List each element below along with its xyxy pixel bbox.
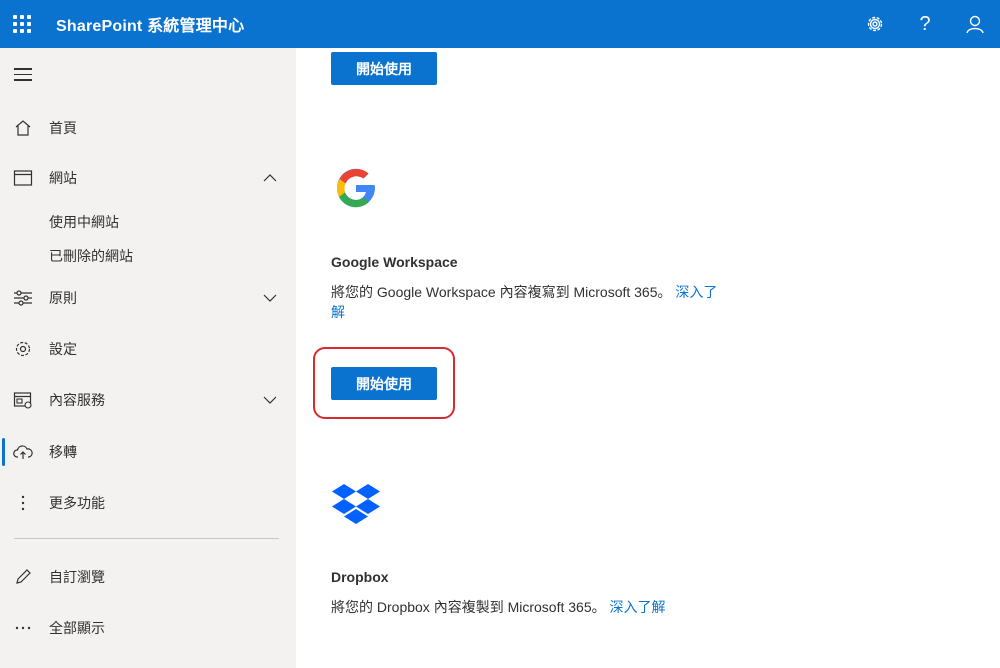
home-icon: [12, 117, 34, 139]
dropbox-logo: [331, 482, 381, 526]
left-nav: 首頁 網站 使用中網站 已刪除的網站 原則 設定 內容服務 移轉 更多功能 自訂…: [0, 48, 296, 668]
nav-label-migration: 移轉: [49, 444, 77, 460]
chevron-up-icon[interactable]: [262, 170, 278, 186]
card-title-dropbox: Dropbox: [331, 569, 389, 585]
nav-label-policies: 原則: [49, 290, 77, 306]
waffle-icon: [13, 15, 31, 33]
ellipsis-icon: [12, 617, 34, 639]
nav-item-show-all[interactable]: 全部顯示: [0, 610, 296, 646]
nav-item-customize[interactable]: 自訂瀏覽: [0, 559, 296, 595]
account-icon: [966, 15, 984, 34]
sites-icon: [12, 167, 34, 189]
app-title: SharePoint 系統管理中心: [56, 18, 245, 35]
app-launcher-button[interactable]: [0, 0, 44, 48]
settings-icon: [867, 16, 883, 32]
nav-item-content-services[interactable]: 內容服務: [0, 382, 296, 418]
nav-item-settings[interactable]: 設定: [0, 331, 296, 367]
nav-sub-deleted-sites[interactable]: 已刪除的網站: [49, 246, 133, 266]
chevron-down-icon[interactable]: [262, 290, 278, 306]
card-title-google: Google Workspace: [331, 254, 458, 270]
nav-label-sites: 網站: [49, 170, 77, 186]
nav-label-more-features: 更多功能: [49, 495, 105, 511]
nav-label-home: 首頁: [49, 120, 77, 136]
nav-item-sites[interactable]: 網站: [0, 160, 296, 196]
get-started-button-google[interactable]: 開始使用: [331, 367, 437, 400]
nav-label-show-all: 全部顯示: [49, 620, 105, 636]
main-content: 開始使用 Google Workspace 將您的 Google Workspa…: [296, 48, 1000, 668]
card-desc-dropbox: 將您的 Dropbox 內容複製到 Microsoft 365。 深入了解: [331, 597, 751, 617]
google-logo: [333, 165, 379, 211]
content-services-icon: [12, 389, 34, 411]
chevron-down-icon[interactable]: [262, 392, 278, 408]
more-features-icon: [12, 492, 34, 514]
card-desc-text-google: 將您的 Google Workspace 內容複寫到 Microsoft 365…: [331, 284, 672, 300]
edit-icon: [12, 566, 34, 588]
hamburger-icon[interactable]: [14, 68, 32, 85]
account-button[interactable]: [950, 0, 1000, 48]
migration-icon: [12, 441, 34, 463]
learn-more-link-dropbox[interactable]: 深入了解: [610, 599, 666, 615]
nav-item-more-features[interactable]: 更多功能: [0, 485, 296, 521]
nav-divider: [14, 538, 279, 539]
nav-item-migration[interactable]: 移轉: [0, 434, 296, 470]
policies-icon: [12, 287, 34, 309]
card-desc-google: 將您的 Google Workspace 內容複寫到 Microsoft 365…: [331, 282, 721, 322]
help-button[interactable]: ?: [900, 0, 950, 48]
nav-sub-active-sites[interactable]: 使用中網站: [49, 212, 119, 232]
get-started-button-top[interactable]: 開始使用: [331, 52, 437, 85]
nav-item-home[interactable]: 首頁: [0, 110, 296, 146]
nav-label-settings: 設定: [49, 341, 77, 357]
nav-item-policies[interactable]: 原則: [0, 280, 296, 316]
help-icon: ?: [919, 12, 931, 35]
nav-label-customize: 自訂瀏覽: [49, 569, 105, 585]
settings-button[interactable]: [850, 0, 900, 48]
gear-icon: [12, 338, 34, 360]
nav-label-content-services: 內容服務: [49, 392, 105, 408]
card-desc-text-dropbox: 將您的 Dropbox 內容複製到 Microsoft 365。: [331, 599, 606, 615]
top-bar: SharePoint 系統管理中心 ?: [0, 0, 1000, 48]
